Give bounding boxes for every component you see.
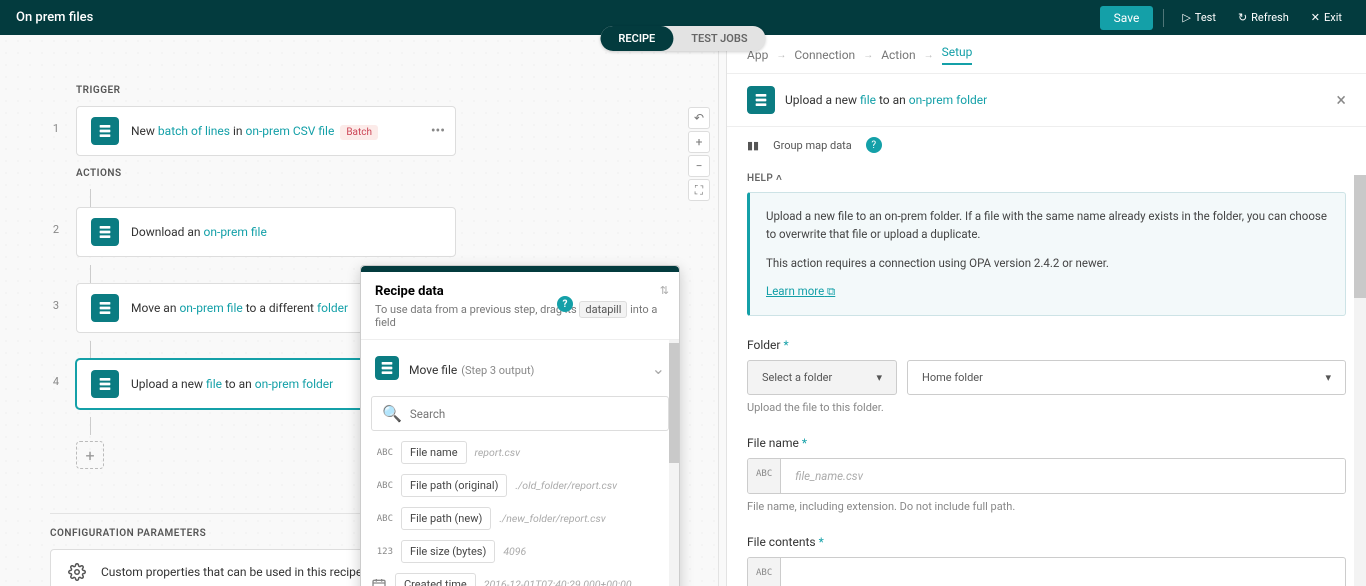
onprem-icon xyxy=(747,86,775,114)
step-2[interactable]: 2 Download an on-prem file xyxy=(50,207,718,257)
crumb-connection[interactable]: Connection xyxy=(794,48,855,62)
tab-test-jobs[interactable]: TEST JOBS xyxy=(673,26,765,51)
close-icon[interactable]: × xyxy=(1336,90,1346,111)
undo-button[interactable]: ↶ xyxy=(688,107,710,129)
setup-panel: App → Connection → Action → Setup Upload… xyxy=(726,35,1366,586)
arrow-icon: → xyxy=(863,50,873,61)
chevron-down-icon: ▾ xyxy=(1325,371,1331,384)
help-section-toggle[interactable]: HELP ˄ xyxy=(747,163,1346,192)
breadcrumb: App → Connection → Action → Setup xyxy=(727,35,1366,73)
learn-more-link[interactable]: Learn more ⧉ xyxy=(766,284,835,298)
datapill-step-header[interactable]: Move file (Step 3 output) ⌄ xyxy=(371,350,669,386)
recipe-data-desc: To use data from a previous step, drag i… xyxy=(375,303,665,329)
external-link-icon: ⧉ xyxy=(827,284,835,298)
zoom-in-button[interactable]: + xyxy=(688,131,710,153)
file-contents-label: File contents * xyxy=(747,535,1346,549)
onprem-icon xyxy=(91,218,119,246)
type-badge: ABC xyxy=(748,459,781,493)
chevron-down-icon: ⌄ xyxy=(652,359,665,378)
chevron-up-icon: ˄ xyxy=(776,173,782,184)
batch-badge: Batch xyxy=(340,125,378,140)
help-box: Upload a new file to an on-prem folder. … xyxy=(747,192,1346,316)
recipe-data-title: Recipe data ? xyxy=(375,284,665,299)
fit-button[interactable]: ⛶ xyxy=(688,179,710,201)
mode-toggle: RECIPE TEST JOBS xyxy=(600,26,765,51)
scrollbar-thumb[interactable] xyxy=(669,343,679,463)
trigger-section-label: TRIGGER xyxy=(76,85,718,96)
filename-hint: File name, including extension. Do not i… xyxy=(747,500,1346,513)
onprem-icon xyxy=(91,117,119,145)
exit-button[interactable]: ✕Exit xyxy=(1303,7,1350,28)
onprem-icon xyxy=(91,294,119,322)
actions-section-label: ACTIONS xyxy=(76,168,718,179)
search-icon: 🔍 xyxy=(382,404,402,423)
help-icon[interactable]: ? xyxy=(866,137,882,153)
step-1[interactable]: 1 New batch of lines in on-prem CSV file… xyxy=(50,106,718,156)
crumb-setup[interactable]: Setup xyxy=(942,45,973,65)
arrow-icon: → xyxy=(776,50,786,61)
save-button[interactable]: Save xyxy=(1100,6,1154,30)
panel-title: Upload a new file to an on-prem folder xyxy=(785,93,987,107)
zoom-out-button[interactable]: − xyxy=(688,155,710,177)
refresh-button[interactable]: ↻Refresh xyxy=(1230,7,1297,28)
add-step-button[interactable]: + xyxy=(76,441,104,469)
panel-resize-handle[interactable] xyxy=(718,35,726,586)
folder-label: Folder * xyxy=(747,338,1346,352)
datapill-created-time[interactable]: Created time2016-12-01T07:40:29.000+00:0… xyxy=(371,573,669,586)
folder-hint: Upload the file to this folder. xyxy=(747,401,1346,414)
test-button[interactable]: ▷Test xyxy=(1174,7,1224,28)
filename-input[interactable] xyxy=(781,459,1345,493)
datapill-file-path-original-[interactable]: ABCFile path (original)./old_folder/repo… xyxy=(371,474,669,497)
recipe-title: On prem files xyxy=(16,10,93,25)
datapill-search[interactable]: 🔍 xyxy=(371,396,669,431)
folder-select-mode[interactable]: Select a folder▾ xyxy=(747,360,897,395)
recipe-canvas: ↶ + − ⛶ TRIGGER 1 New batch of lines in … xyxy=(0,35,718,586)
tab-recipe[interactable]: RECIPE xyxy=(600,26,673,51)
chevron-down-icon: ▾ xyxy=(876,371,882,384)
datapill-search-input[interactable] xyxy=(410,407,658,421)
crumb-action[interactable]: Action xyxy=(881,48,915,62)
scrollbar-thumb[interactable] xyxy=(1354,175,1366,298)
type-badge: ABC xyxy=(748,558,781,586)
onprem-icon xyxy=(375,356,399,380)
expand-icon[interactable]: ⇅ xyxy=(660,284,669,297)
datapill-file-name[interactable]: ABCFile namereport.csv xyxy=(371,441,669,464)
step-menu-icon[interactable]: ••• xyxy=(431,123,445,139)
onprem-icon xyxy=(91,370,119,398)
gear-icon xyxy=(65,560,89,584)
arrow-icon: → xyxy=(924,50,934,61)
datapill-file-size-bytes-[interactable]: 123File size (bytes)4096 xyxy=(371,540,669,563)
datapill-file-path-new-[interactable]: ABCFile path (new)./new_folder/report.cs… xyxy=(371,507,669,530)
folder-select-value[interactable]: Home folder▾ xyxy=(907,360,1346,395)
help-icon[interactable]: ? xyxy=(557,296,573,312)
group-map-label[interactable]: Group map data xyxy=(773,139,852,152)
recipe-data-popover: Recipe data ? ⇅ To use data from a previ… xyxy=(360,265,680,586)
group-map-icon: ▮▮ xyxy=(747,139,759,152)
filename-label: File name * xyxy=(747,436,1346,450)
